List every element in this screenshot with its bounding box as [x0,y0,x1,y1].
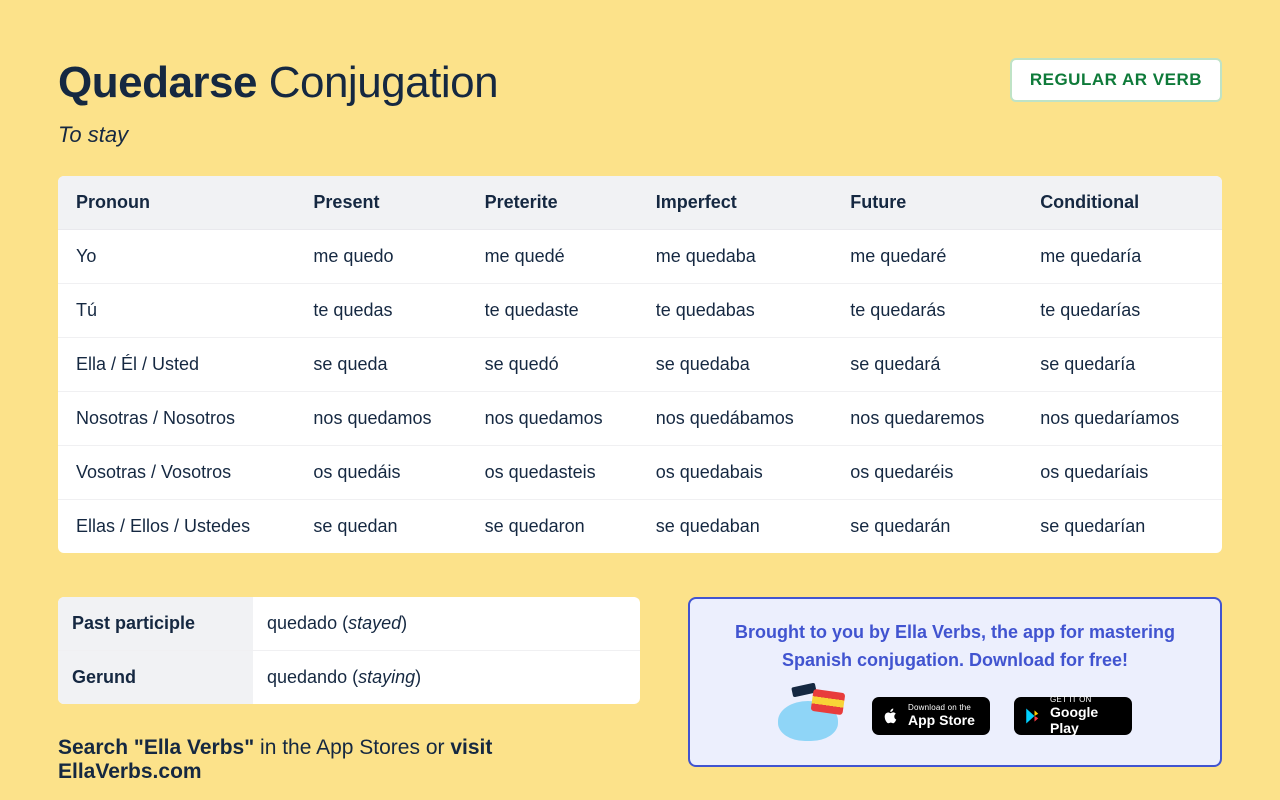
table-cell: nos quedamos [471,392,642,446]
table-cell: te quedaste [471,284,642,338]
title-suffix: Conjugation [257,58,498,107]
verb-name: Quedarse [58,58,257,107]
conjugation-table-wrap: PronounPresentPreteriteImperfectFutureCo… [58,176,1222,553]
table-cell: nos quedaríamos [1026,392,1222,446]
table-row: Ellas / Ellos / Ustedesse quedanse queda… [58,500,1222,554]
table-cell: se quedaba [642,338,837,392]
table-cell: te quedabas [642,284,837,338]
page-title: Quedarse Conjugation [58,58,498,108]
table-cell: se quedarán [836,500,1026,554]
table-cell: se quedaban [642,500,837,554]
promo-text: Brought to you by Ella Verbs, the app fo… [714,619,1196,675]
table-cell: Ella / Él / Usted [58,338,299,392]
verb-type-badge: REGULAR AR VERB [1010,58,1222,102]
verb-translation: To stay [58,122,498,148]
verb-forms-table: Past participle quedado (stayed) Gerund … [58,597,640,704]
search-prefix: Search "Ella Verbs" [58,736,254,759]
table-cell: nos quedaremos [836,392,1026,446]
table-cell: os quedaríais [1026,446,1222,500]
column-header: Preterite [471,176,642,230]
table-cell: te quedas [299,284,470,338]
promo-box: Brought to you by Ella Verbs, the app fo… [688,597,1222,767]
table-cell: me quedé [471,230,642,284]
search-middle: in the App Stores or [254,736,450,759]
table-cell: nos quedamos [299,392,470,446]
table-cell: Vosotras / Vosotros [58,446,299,500]
table-cell: te quedarías [1026,284,1222,338]
column-header: Conditional [1026,176,1222,230]
table-cell: os quedáis [299,446,470,500]
table-cell: Yo [58,230,299,284]
title-block: Quedarse Conjugation To stay [58,58,498,148]
table-cell: Ellas / Ellos / Ustedes [58,500,299,554]
table-cell: se quedará [836,338,1026,392]
table-row: Vosotras / Vosotrosos quedáisos quedaste… [58,446,1222,500]
table-cell: se quedaron [471,500,642,554]
ella-mascot-icon [778,691,848,741]
conjugation-table: PronounPresentPreteriteImperfectFutureCo… [58,176,1222,553]
search-instruction: Search "Ella Verbs" in the App Stores or… [58,736,640,784]
header-row: Quedarse Conjugation To stay REGULAR AR … [58,58,1222,148]
promo-icons-row: Download on the App Store GET IT ON Goog… [714,691,1196,741]
table-cell: se quedarían [1026,500,1222,554]
table-cell: me quedo [299,230,470,284]
gerund-label: Gerund [58,651,253,705]
table-cell: se quedaría [1026,338,1222,392]
column-header: Future [836,176,1026,230]
table-cell: os quedasteis [471,446,642,500]
table-row: Nosotras / Nosotrosnos quedamosnos queda… [58,392,1222,446]
bottom-row: Past participle quedado (stayed) Gerund … [58,597,1222,784]
gerund-row: Gerund quedando (staying) [58,651,640,705]
table-cell: me quedaré [836,230,1026,284]
apple-icon [881,705,901,727]
column-header: Present [299,176,470,230]
table-cell: me quedaría [1026,230,1222,284]
table-cell: me quedaba [642,230,837,284]
google-play-icon [1023,705,1043,727]
app-store-badge[interactable]: Download on the App Store [872,697,990,735]
table-cell: se quedó [471,338,642,392]
table-cell: Tú [58,284,299,338]
table-row: Yome quedome quedéme quedabame quedaréme… [58,230,1222,284]
table-row: Túte quedaste quedastete quedabaste qued… [58,284,1222,338]
gerund-value: quedando (staying) [253,651,640,705]
google-play-badge[interactable]: GET IT ON Google Play [1014,697,1132,735]
left-column: Past participle quedado (stayed) Gerund … [58,597,640,784]
past-participle-label: Past participle [58,597,253,651]
table-cell: se queda [299,338,470,392]
table-cell: te quedarás [836,284,1026,338]
table-cell: Nosotras / Nosotros [58,392,299,446]
column-header: Imperfect [642,176,837,230]
table-cell: os quedabais [642,446,837,500]
past-participle-row: Past participle quedado (stayed) [58,597,640,651]
table-cell: nos quedábamos [642,392,837,446]
table-cell: se quedan [299,500,470,554]
past-participle-value: quedado (stayed) [253,597,640,651]
column-header: Pronoun [58,176,299,230]
table-row: Ella / Él / Ustedse quedase quedóse qued… [58,338,1222,392]
table-cell: os quedaréis [836,446,1026,500]
